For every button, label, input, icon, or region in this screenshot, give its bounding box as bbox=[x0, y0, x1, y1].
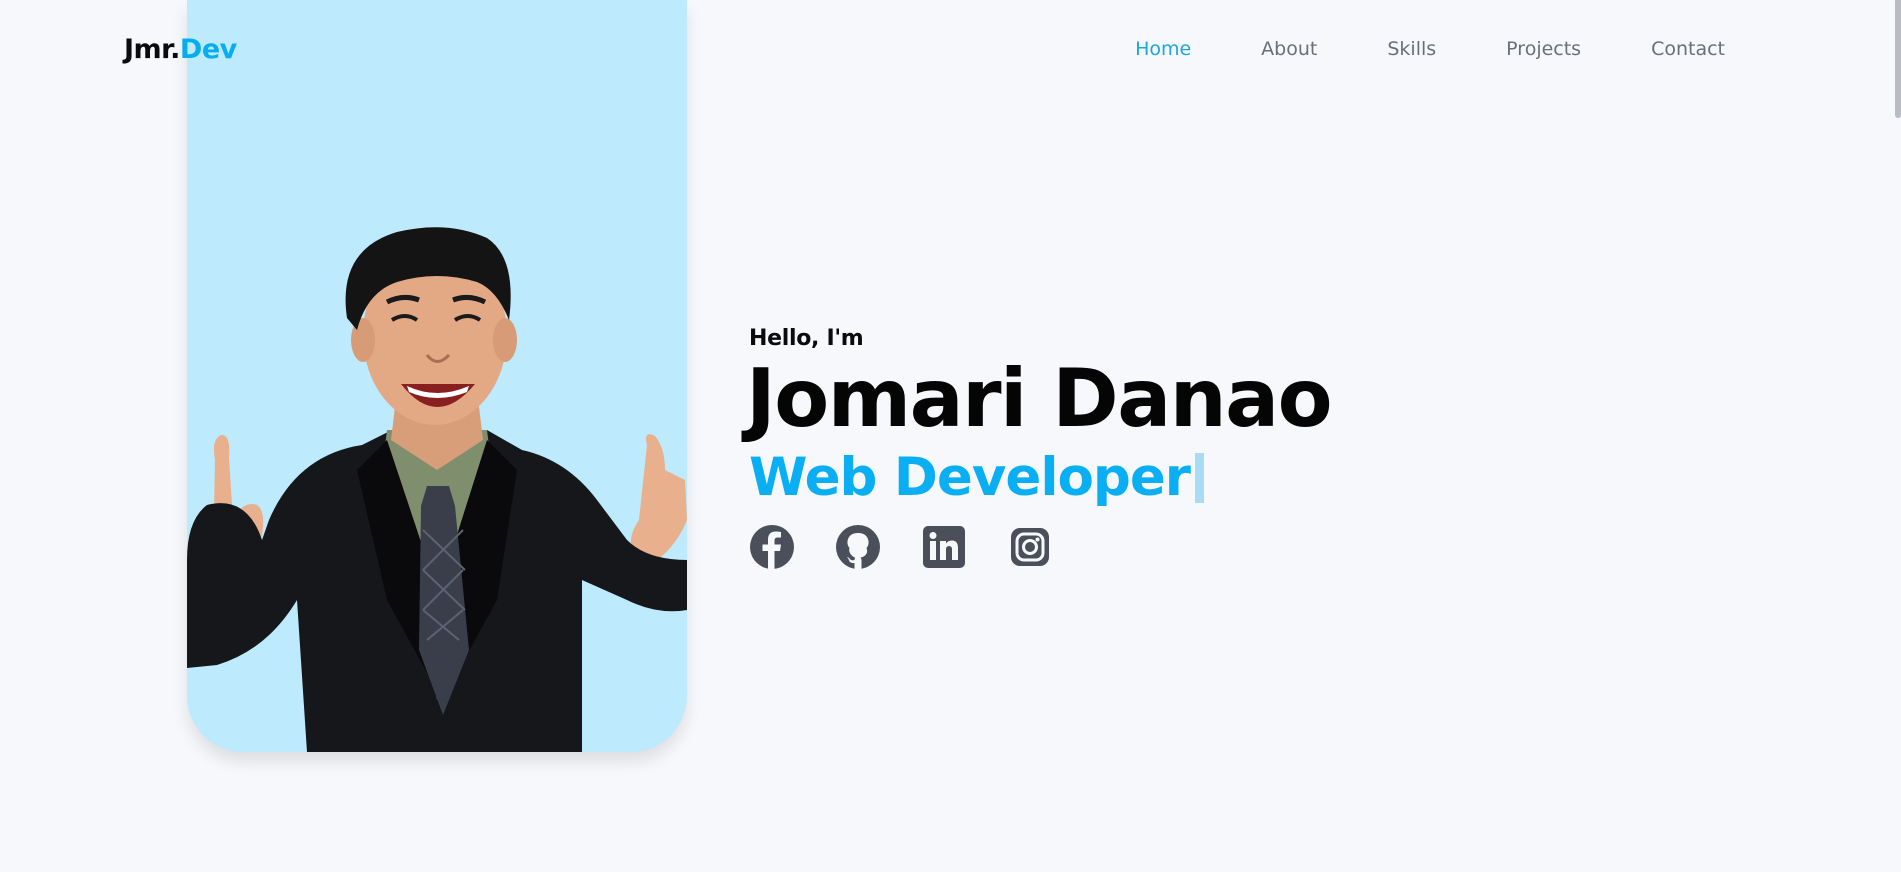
nav-link-skills[interactable]: Skills bbox=[1387, 38, 1436, 60]
facebook-icon bbox=[750, 525, 794, 569]
page: Jmr.Dev Home About Skills Projects Conta… bbox=[0, 0, 1901, 872]
nav-link-contact[interactable]: Contact bbox=[1651, 38, 1725, 60]
instagram-link[interactable] bbox=[1007, 524, 1053, 570]
site-logo[interactable]: Jmr.Dev bbox=[124, 34, 237, 65]
hero-section: Hello, I'm Jomari Danao Web Developer bbox=[746, 326, 1333, 570]
right-hand bbox=[630, 434, 687, 560]
github-icon bbox=[836, 525, 880, 569]
social-links bbox=[749, 524, 1331, 570]
hero-role: Web Developer bbox=[749, 447, 1191, 508]
hero-name: Jomari Danao bbox=[746, 352, 1333, 445]
greeting-text: Hello, I'm bbox=[749, 326, 864, 351]
instagram-icon bbox=[1011, 528, 1049, 566]
profile-photo-card bbox=[187, 0, 687, 752]
nav-link-home[interactable]: Home bbox=[1135, 38, 1191, 60]
linkedin-icon bbox=[923, 526, 965, 568]
logo-prefix: Jmr. bbox=[124, 34, 180, 65]
nav-link-about[interactable]: About bbox=[1261, 38, 1317, 60]
typing-cursor bbox=[1194, 452, 1204, 503]
github-link[interactable] bbox=[835, 524, 881, 570]
nav-link-projects[interactable]: Projects bbox=[1506, 38, 1581, 60]
linkedin-link[interactable] bbox=[921, 524, 967, 570]
logo-accent: Dev bbox=[179, 34, 237, 65]
scrollbar-thumb[interactable] bbox=[1895, 0, 1901, 118]
profile-photo bbox=[187, 227, 687, 752]
role-line: Web Developer bbox=[749, 447, 1331, 508]
facebook-link[interactable] bbox=[749, 524, 795, 570]
main-nav: Home About Skills Projects Contact bbox=[1065, 38, 1725, 60]
